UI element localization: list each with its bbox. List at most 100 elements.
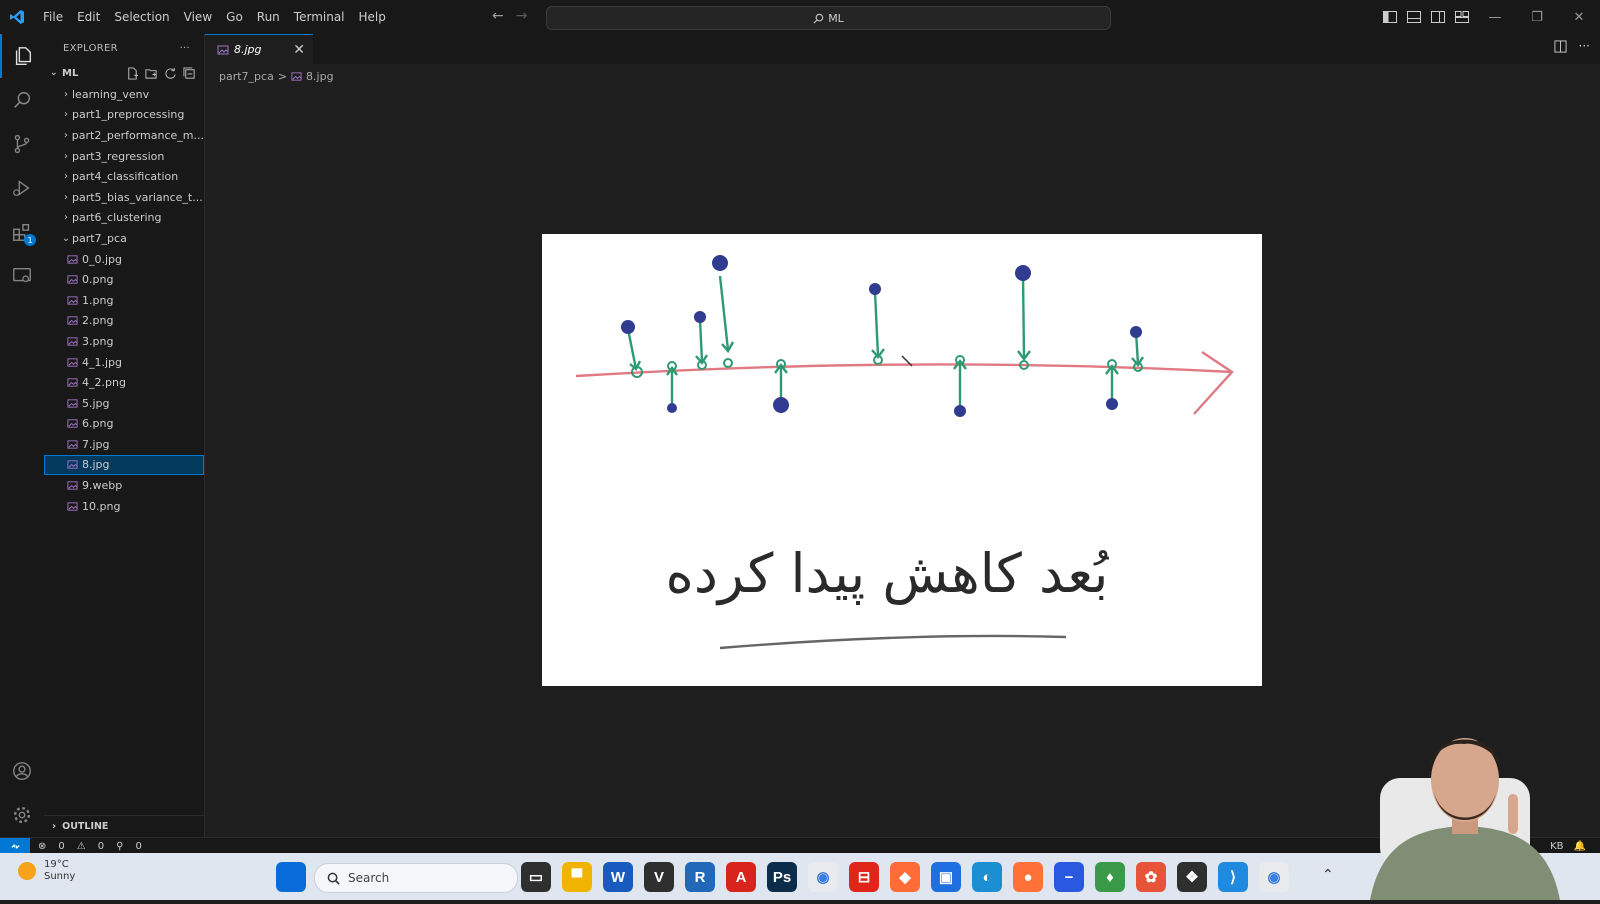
file-explorer-icon[interactable]: ▀ — [562, 862, 592, 892]
file-item[interactable]: 7.jpg — [44, 434, 204, 455]
task-view-icon[interactable]: ▭ — [521, 862, 551, 892]
new-folder-icon[interactable] — [145, 67, 158, 80]
menu-file[interactable]: File — [36, 0, 70, 34]
explorer-title: EXPLORER — [63, 42, 118, 54]
file-item[interactable]: 8.jpg — [44, 454, 204, 476]
davinci-icon[interactable]: ❖ — [1177, 862, 1207, 892]
chrome-profile-icon[interactable]: ◉ — [1259, 862, 1289, 892]
menu-help[interactable]: Help — [352, 0, 393, 34]
system-tray-chevron-icon[interactable]: ⌃ — [1322, 867, 1334, 883]
file-item[interactable]: 5.jpg — [44, 393, 204, 414]
ports-count: 0 — [135, 840, 142, 852]
menu-edit[interactable]: Edit — [70, 0, 107, 34]
file-item[interactable]: 4_1.jpg — [44, 352, 204, 373]
firefox-icon[interactable]: ● — [1013, 862, 1043, 892]
refresh-icon[interactable] — [164, 67, 177, 80]
folder-open[interactable]: ⌄ part7_pca — [44, 228, 204, 249]
folder-item[interactable]: › part5_bias_variance_t... — [44, 187, 204, 208]
workspace-root[interactable]: ⌄ ML — [44, 62, 204, 84]
restore-icon[interactable]: ❐ — [1516, 0, 1558, 34]
file-item[interactable]: 0_0.jpg — [44, 249, 204, 270]
new-file-icon[interactable] — [126, 66, 139, 80]
file-label: 8.jpg — [82, 458, 110, 472]
file-item[interactable]: 9.webp — [44, 475, 204, 496]
app-minus-icon[interactable]: − — [1054, 862, 1084, 892]
folder-item[interactable]: › part2_performance_m... — [44, 125, 204, 146]
file-item[interactable]: 6.png — [44, 414, 204, 435]
menu-run[interactable]: Run — [250, 0, 287, 34]
close-tab-icon[interactable]: ✕ — [293, 42, 305, 58]
menu-go[interactable]: Go — [219, 0, 250, 34]
folder-item[interactable]: › part6_clustering — [44, 208, 204, 229]
source-control-icon[interactable] — [0, 122, 44, 166]
forward-arrow-icon[interactable]: → — [516, 8, 528, 24]
weather-widget[interactable]: 19°C Sunny — [18, 859, 75, 883]
app-blue-icon[interactable]: ▣ — [931, 862, 961, 892]
more-actions-icon[interactable]: ··· — [1579, 40, 1590, 53]
image-file-icon — [66, 459, 78, 471]
search-view-icon[interactable] — [0, 78, 44, 122]
file-item[interactable]: 2.png — [44, 311, 204, 332]
outline-section[interactable]: › OUTLINE — [44, 815, 204, 837]
app-leaf-icon[interactable]: ♦ — [1095, 862, 1125, 892]
collapse-all-icon[interactable] — [183, 66, 196, 80]
projection-arrows — [626, 273, 1145, 408]
run-debug-icon[interactable] — [0, 166, 44, 210]
vscode-icon[interactable]: ⟩ — [1218, 862, 1248, 892]
back-arrow-icon[interactable]: ← — [492, 8, 504, 24]
menu-bar: File Edit Selection View Go Run Terminal… — [36, 0, 393, 34]
chrome-icon[interactable]: ◉ — [808, 862, 838, 892]
pdf-reader-icon[interactable]: ⊟ — [849, 862, 879, 892]
settings-gear-icon[interactable] — [0, 793, 44, 837]
editor-actions: ··· — [1554, 40, 1590, 53]
folder-item[interactable]: › part1_preprocessing — [44, 105, 204, 126]
split-editor-icon[interactable] — [1554, 40, 1567, 53]
windows-start-icon[interactable] — [276, 862, 306, 892]
vim-icon[interactable]: V — [644, 862, 674, 892]
image-file-icon — [66, 418, 78, 430]
toggle-primary-sidebar-icon[interactable] — [1378, 0, 1402, 34]
menu-terminal[interactable]: Terminal — [287, 0, 352, 34]
file-item[interactable]: 1.png — [44, 290, 204, 311]
status-problems[interactable]: ⊗ 0 ⚠ 0 ⚲ 0 — [38, 841, 142, 852]
app-orange-icon[interactable]: ✿ — [1136, 862, 1166, 892]
r-studio-icon[interactable]: R — [685, 862, 715, 892]
breadcrumb-folder[interactable]: part7_pca — [219, 70, 274, 83]
tab-label: 8.jpg — [234, 43, 262, 56]
remote-indicator-icon[interactable] — [0, 838, 30, 854]
minimize-icon[interactable]: — — [1474, 0, 1516, 34]
file-item[interactable]: 3.png — [44, 331, 204, 352]
toggle-panel-icon[interactable] — [1402, 0, 1426, 34]
chevron-right-icon: › — [63, 129, 68, 141]
command-center-label: ML — [828, 11, 844, 25]
accounts-icon[interactable] — [0, 749, 44, 793]
weather-temp: 19°C — [44, 859, 69, 870]
photoshop-icon[interactable]: Ps — [767, 862, 797, 892]
original-data-points — [621, 255, 1142, 417]
image-file-icon — [66, 480, 78, 492]
customize-layout-icon[interactable] — [1450, 0, 1474, 34]
menu-view[interactable]: View — [177, 0, 219, 34]
extensions-icon[interactable]: 1 — [0, 210, 44, 254]
warning-icon: ⚠ — [76, 840, 86, 852]
close-window-icon[interactable]: ✕ — [1558, 0, 1600, 34]
acrobat-icon[interactable]: A — [726, 862, 756, 892]
command-center-search[interactable]: ML — [546, 6, 1111, 30]
word-icon[interactable]: W — [603, 862, 633, 892]
breadcrumb-file[interactable]: 8.jpg — [306, 70, 334, 83]
menu-selection[interactable]: Selection — [107, 0, 176, 34]
file-item[interactable]: 4_2.png — [44, 372, 204, 393]
postman-icon[interactable]: ◆ — [890, 862, 920, 892]
remote-explorer-icon[interactable] — [0, 254, 44, 298]
folder-item[interactable]: › part3_regression — [44, 146, 204, 167]
explorer-icon[interactable] — [0, 34, 44, 78]
edge-icon[interactable]: ◐ — [972, 862, 1002, 892]
file-item[interactable]: 0.png — [44, 269, 204, 290]
folder-item[interactable]: › learning_venv — [44, 84, 204, 105]
extensions-badge: 1 — [24, 234, 36, 246]
explorer-more-actions[interactable]: ··· — [180, 43, 190, 54]
folder-item[interactable]: › part4_classification — [44, 166, 204, 187]
tab-8-jpg[interactable]: 8.jpg ✕ — [205, 34, 313, 64]
toggle-secondary-sidebar-icon[interactable] — [1426, 0, 1450, 34]
file-item[interactable]: 10.png — [44, 496, 204, 517]
